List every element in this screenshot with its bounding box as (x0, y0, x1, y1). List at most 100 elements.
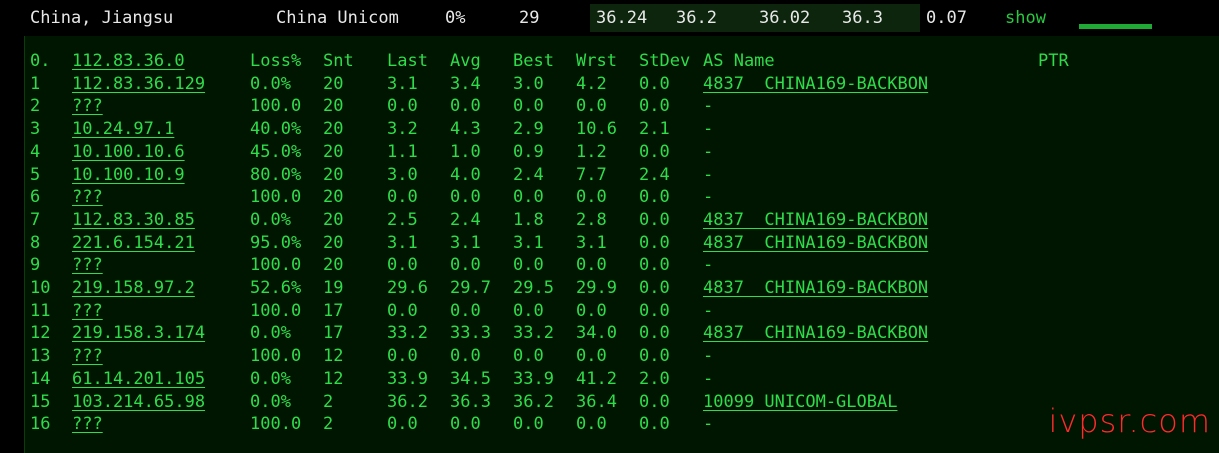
hop-row: 9??? 100.0 20 0.0 0.0 0.0 0.0 0.0 - (25, 255, 1219, 277)
hop-best: 0.0 (513, 187, 544, 208)
hop-as: - (703, 255, 714, 276)
hop-avg: 0.0 (450, 346, 481, 367)
hop-row: 11??? 100.0 17 0.0 0.0 0.0 0.0 0.0 - (25, 301, 1219, 323)
hop-stdev: 0.0 (639, 323, 670, 344)
hop-row: 13??? 100.0 12 0.0 0.0 0.0 0.0 0.0 - (25, 346, 1219, 368)
hop-wrst: 0.0 (576, 346, 607, 367)
hop-last: 0.0 (387, 300, 418, 321)
header-last: Last (387, 51, 428, 71)
hop-loss: 100.0 (250, 96, 302, 117)
hop-host[interactable]: ??? (72, 414, 103, 434)
hop-best: 33.2 (513, 323, 554, 344)
hop-avg: 34.5 (450, 368, 491, 389)
hop-as[interactable]: 10099 UNICOM-GLOBAL (703, 392, 897, 412)
hop-loss: 100.0 (250, 300, 302, 321)
hop-snt: 17 (323, 323, 344, 344)
hop-host[interactable]: ??? (72, 255, 103, 275)
hop-host[interactable]: 112.83.30.85 (72, 210, 195, 230)
hop-wrst: 36.4 (576, 391, 617, 412)
hop-best: 0.0 (513, 346, 544, 367)
hop-hop: 4 (30, 141, 41, 162)
hop-host[interactable]: 10.100.10.9 (72, 165, 185, 185)
hop-best: 0.0 (513, 414, 544, 435)
hop-snt: 20 (323, 232, 344, 253)
hop-as[interactable]: 4837 CHINA169-BACKBON (703, 278, 928, 298)
hop-avg: 33.3 (450, 323, 491, 344)
sent-text: 29 (519, 8, 540, 28)
hop-avg: 0.0 (450, 96, 481, 117)
hop-stdev: 0.0 (639, 96, 670, 117)
hop-loss: 0.0% (250, 391, 291, 412)
hop-loss: 80.0% (250, 164, 302, 185)
hop-host[interactable]: 61.14.201.105 (72, 369, 205, 389)
hop-host[interactable]: 10.100.10.6 (72, 142, 185, 162)
hop-last: 3.2 (387, 119, 418, 140)
hop-snt: 20 (323, 164, 344, 185)
hop-host[interactable]: ??? (72, 346, 103, 366)
header-best: Best (513, 51, 554, 71)
hop-loss: 100.0 (250, 187, 302, 208)
hop-hop: 3 (30, 119, 41, 140)
hop-as: - (703, 414, 714, 435)
hop-as: - (703, 141, 714, 162)
show-link[interactable]: show (1005, 8, 1046, 28)
hop-host[interactable]: 221.6.154.21 (72, 233, 195, 253)
hop-host[interactable]: 219.158.97.2 (72, 278, 195, 298)
hop-loss: 95.0% (250, 232, 302, 253)
hop-as[interactable]: 4837 CHINA169-BACKBON (703, 323, 928, 343)
hop-snt: 2 (323, 414, 334, 435)
hop-avg: 0.0 (450, 187, 481, 208)
hop-avg: 0.0 (450, 300, 481, 321)
header-as-name: AS Name (703, 51, 775, 71)
hop-wrst: 3.1 (576, 232, 607, 253)
hop-stdev: 0.0 (639, 73, 670, 94)
hop-best: 3.0 (513, 73, 544, 94)
hop-as[interactable]: 4837 CHINA169-BACKBON (703, 210, 928, 230)
hop-host[interactable]: 219.158.3.174 (72, 323, 205, 343)
hop-host[interactable]: 103.214.65.98 (72, 392, 205, 412)
header-snt: Snt (323, 51, 354, 71)
hop-hop: 9 (30, 255, 41, 276)
hop-avg: 3.1 (450, 232, 481, 253)
hop-stdev: 2.4 (639, 164, 670, 185)
hop-host[interactable]: 10.24.97.1 (72, 119, 174, 139)
hop-loss: 0.0% (250, 209, 291, 230)
hop-hop: 1 (30, 73, 41, 94)
hop-hop: 14 (30, 368, 51, 389)
hop-loss: 45.0% (250, 141, 302, 162)
hop-hop: 5 (30, 164, 41, 185)
hop-avg: 4.3 (450, 119, 481, 140)
hop-last: 29.6 (387, 278, 428, 298)
hop-avg: 4.0 (450, 164, 481, 185)
hop-stdev: 2.0 (639, 368, 670, 389)
hop-last: 0.0 (387, 255, 418, 276)
hop-loss: 0.0% (250, 323, 291, 344)
hop-best: 29.5 (513, 278, 554, 298)
hop-best: 0.0 (513, 255, 544, 276)
latency-last: 36.24 (596, 8, 648, 28)
hop-row: 5 10.100.10.9 80.0% 20 3.0 4.0 2.4 7.7 2.4 - (25, 165, 1219, 187)
hop-as[interactable]: 4837 CHINA169-BACKBON (703, 74, 928, 94)
hop-snt: 12 (323, 368, 344, 389)
hop-host[interactable]: 112.83.36.129 (72, 74, 205, 94)
latency-avg: 36.2 (676, 8, 717, 28)
hop-host[interactable]: ??? (72, 96, 103, 116)
hop-stdev: 0.0 (639, 209, 670, 230)
hop-avg: 29.7 (450, 278, 491, 298)
hop-as[interactable]: 4837 CHINA169-BACKBON (703, 233, 928, 253)
hop-last: 0.0 (387, 346, 418, 367)
hop-host[interactable]: ??? (72, 301, 103, 321)
hop-stdev: 0.0 (639, 346, 670, 367)
hop-wrst: 7.7 (576, 164, 607, 185)
hop-snt: 12 (323, 346, 344, 367)
hop-as: - (703, 300, 714, 321)
hop-best: 0.0 (513, 300, 544, 321)
hop-snt: 20 (323, 141, 344, 162)
hop-last: 33.2 (387, 323, 428, 344)
header-host[interactable]: 112.83.36.0 (72, 51, 185, 71)
hop-snt: 20 (323, 209, 344, 230)
hop-stdev: 0.0 (639, 232, 670, 253)
hop-best: 1.8 (513, 209, 544, 230)
hop-host[interactable]: ??? (72, 187, 103, 207)
hop-snt: 20 (323, 187, 344, 208)
